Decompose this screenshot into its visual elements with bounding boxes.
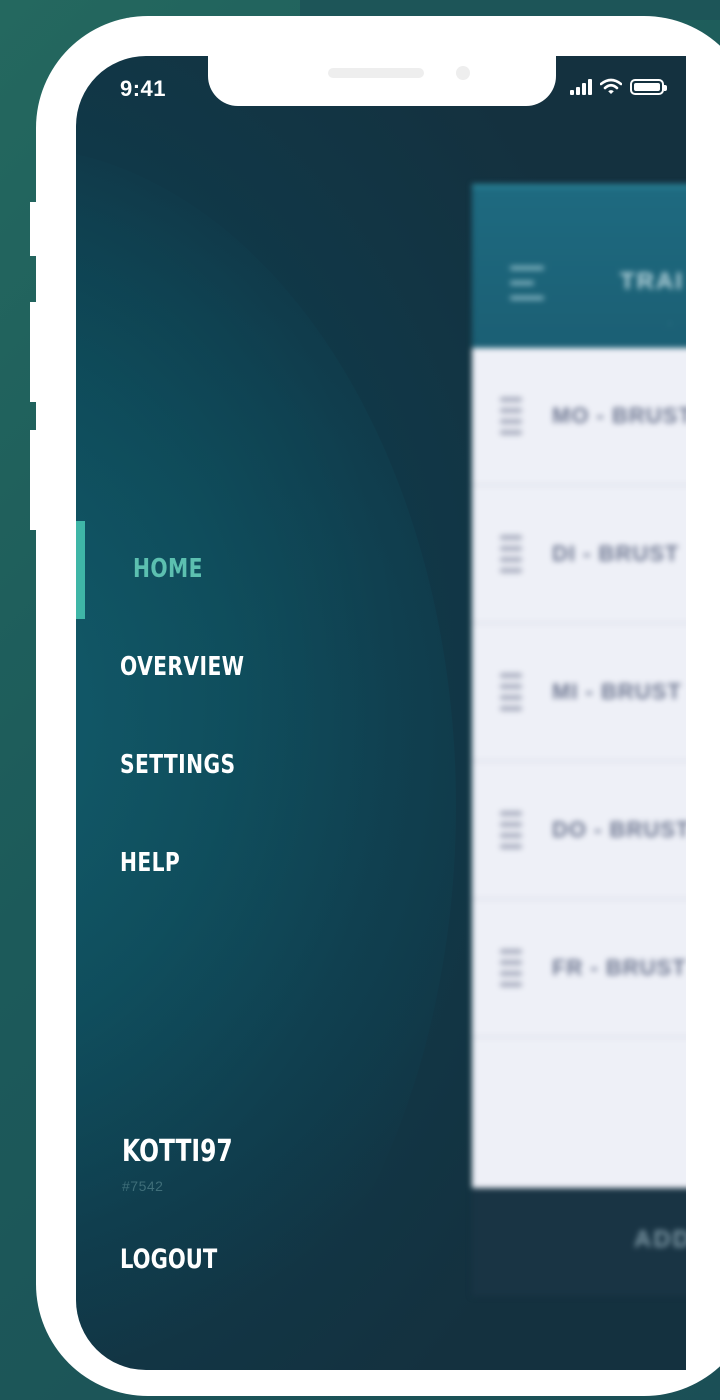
preview-footer: ADD xyxy=(472,1188,686,1296)
front-camera xyxy=(456,66,470,80)
preview-subtitle: · xyxy=(668,316,672,330)
drag-handle-icon xyxy=(500,811,522,849)
user-tag: #7542 xyxy=(122,1178,164,1194)
notch xyxy=(208,56,556,106)
nav-item-overview[interactable]: OVERVIEW xyxy=(120,652,244,682)
logout-button[interactable]: LOGOUT xyxy=(120,1244,217,1275)
drag-handle-icon xyxy=(500,673,522,711)
blurred-app-preview[interactable]: TRAI · MO - BRUST DI - BRUST MI - BRUST … xyxy=(472,184,686,1296)
list-item: MO - BRUST xyxy=(472,348,686,486)
active-item-indicator xyxy=(76,521,85,619)
speaker-grille xyxy=(328,68,424,78)
preview-footer-label: ADD xyxy=(634,1226,686,1253)
drag-handle-icon xyxy=(500,535,522,573)
phone-screen: TRAI · MO - BRUST DI - BRUST MI - BRUST … xyxy=(76,56,686,1370)
list-item: FR - BRUST xyxy=(472,900,686,1038)
username: KOTTI97 xyxy=(122,1134,233,1169)
list-item: DO - BRUST xyxy=(472,762,686,900)
nav-item-home[interactable]: HOME xyxy=(133,554,203,584)
drag-handle-icon xyxy=(500,949,522,987)
status-time: 9:41 xyxy=(120,76,167,101)
battery-icon xyxy=(630,79,667,95)
list-item: MI - BRUST xyxy=(472,624,686,762)
preview-header: TRAI · xyxy=(472,184,686,348)
preview-list: MO - BRUST DI - BRUST MI - BRUST DO - BR… xyxy=(472,348,686,1188)
signal-icon xyxy=(570,79,592,95)
preview-title: TRAI xyxy=(620,268,684,295)
list-item: DI - BRUST xyxy=(472,486,686,624)
menu-icon xyxy=(510,266,544,300)
wifi-icon xyxy=(600,78,622,94)
nav-item-help[interactable]: HELP xyxy=(120,848,180,878)
drag-handle-icon xyxy=(500,397,522,435)
nav-item-settings[interactable]: SETTINGS xyxy=(120,750,235,780)
status-icons xyxy=(570,78,667,95)
